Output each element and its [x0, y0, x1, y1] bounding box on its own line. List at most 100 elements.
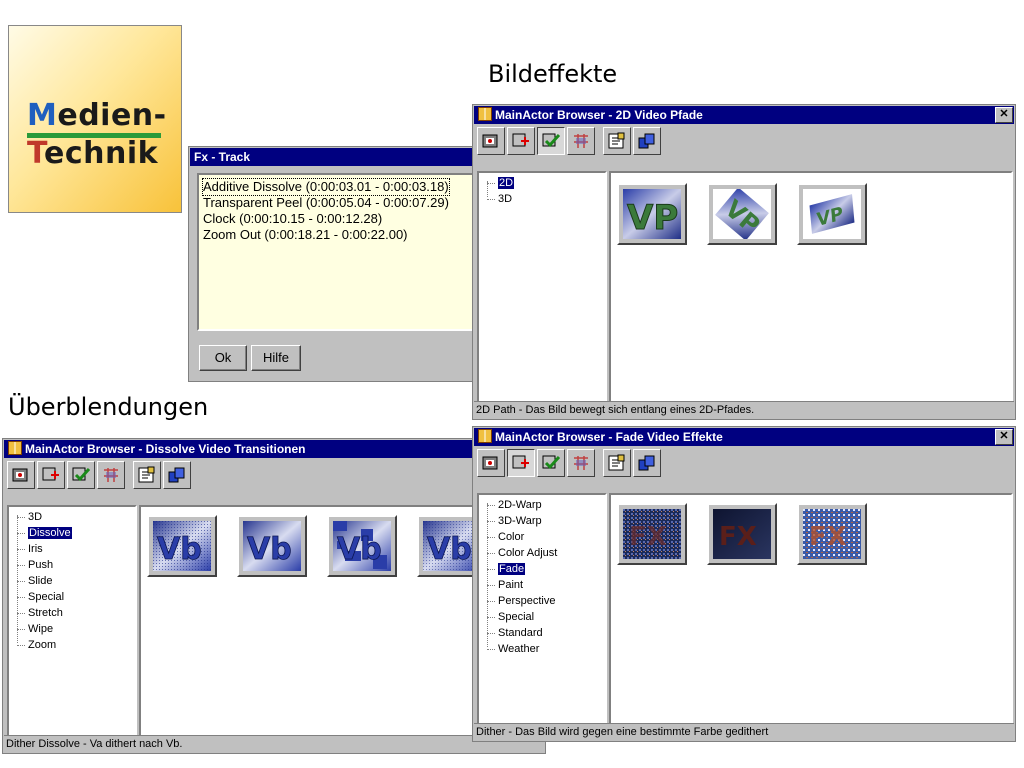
fx-track-item[interactable]: Additive Dissolve (0:00:03.01 - 0:00:03.… [202, 178, 450, 196]
help-button[interactable]: Hilfe [251, 345, 301, 371]
toolbar-button-text[interactable] [133, 461, 161, 489]
fx-track-item[interactable]: Clock (0:00:10.15 - 0:00:12.28) [203, 211, 382, 227]
window-title: MainActor Browser - 2D Video Pfade [495, 108, 703, 122]
tree-item-perspective[interactable]: Perspective [487, 593, 555, 609]
tree-item-color[interactable]: Color [487, 529, 524, 545]
window-title: MainActor Browser - Dissolve Video Trans… [25, 442, 306, 456]
tree-item-color-adjust[interactable]: Color Adjust [487, 545, 557, 561]
svg-text:Vb: Vb [157, 532, 202, 567]
heading-bildeffekte: Bildeffekte [488, 60, 618, 88]
toolbar-button-text[interactable] [603, 127, 631, 155]
app-icon [8, 441, 22, 455]
tree-item-3d[interactable]: 3D [487, 191, 512, 207]
toolbar-button-copy[interactable] [163, 461, 191, 489]
tree-item-3d-warp[interactable]: 3D-Warp [487, 513, 542, 529]
vp-thumbnail-image: VP [623, 189, 681, 239]
fx-track-item[interactable]: Transparent Peel (0:00:05.04 - 0:00:07.2… [203, 195, 449, 211]
effect-thumbnail[interactable]: VP [617, 183, 687, 245]
tree-item-2d-warp[interactable]: 2D-Warp [487, 497, 542, 513]
effect-thumbnail[interactable]: Vb [327, 515, 397, 577]
close-button[interactable]: ✕ [995, 429, 1013, 445]
window-title: MainActor Browser - Fade Video Effekte [495, 430, 723, 444]
vb-thumbnail-image: Vb [333, 521, 391, 571]
toolbar-button-video-check[interactable] [67, 461, 95, 489]
app-icon [478, 429, 492, 443]
logo-line-1: Medien- [27, 98, 167, 133]
heading-ueberblendungen: Überblendungen [8, 393, 209, 421]
tree-item-zoom[interactable]: Zoom [17, 637, 56, 653]
svg-text:VP: VP [627, 198, 678, 238]
effects-pane: FX FX FX [609, 493, 1013, 727]
toolbar-button-video-source[interactable] [477, 127, 505, 155]
svg-text:FX: FX [629, 522, 667, 552]
ok-button[interactable]: Ok [199, 345, 247, 371]
status-bar: 2D Path - Das Bild bewegt sich entlang e… [474, 401, 1014, 418]
tree-item-2d[interactable]: 2D [487, 175, 515, 191]
fx-thumbnail-image: FX [623, 509, 681, 559]
toolbar-button-video-add[interactable] [507, 127, 535, 155]
toolbar-button-text[interactable] [603, 449, 631, 477]
tree-item-stretch[interactable]: Stretch [17, 605, 63, 621]
svg-text:Vb: Vb [247, 532, 292, 567]
toolbar-button-video-check[interactable] [537, 127, 565, 155]
tree-item-special[interactable]: Special [487, 609, 534, 625]
tree-item-weather[interactable]: Weather [487, 641, 539, 657]
effect-thumbnail[interactable]: VP [707, 183, 777, 245]
vp-thumbnail-image: VP [803, 189, 861, 239]
browser-2d-window: MainActor Browser - 2D Video Pfade ✕ 2D … [472, 104, 1016, 420]
fx-track-item[interactable]: Zoom Out (0:00:18.21 - 0:00:22.00) [203, 227, 408, 243]
effect-thumbnail[interactable]: FX [617, 503, 687, 565]
toolbar-button-video-add[interactable] [37, 461, 65, 489]
fx-thumbnail-image: FX [803, 509, 861, 559]
tree-item-special[interactable]: Special [17, 589, 64, 605]
fx-thumbnail-image: FX [713, 509, 771, 559]
browser-titlebar: MainActor Browser - Fade Video Effekte [474, 428, 1014, 446]
vb-thumbnail-image: Vb [153, 521, 211, 571]
close-button[interactable]: ✕ [995, 107, 1013, 123]
toolbar-button-video-check[interactable] [537, 449, 565, 477]
svg-text:FX: FX [719, 522, 757, 552]
tree-item-3d[interactable]: 3D [17, 509, 42, 525]
category-tree[interactable]: 3D Dissolve Iris Push Slide Special Stretch Wip… [7, 505, 137, 739]
medien-technik-logo: Medien- Technik [8, 25, 182, 213]
effect-thumbnail[interactable]: VP [797, 183, 867, 245]
tree-item-paint[interactable]: Paint [487, 577, 523, 593]
category-tree[interactable]: 2D-Warp 3D-Warp Color Color Adjust Fade Paint… [477, 493, 607, 727]
vp-thumbnail-image: VP [713, 189, 771, 239]
toolbar-button-video-source[interactable] [7, 461, 35, 489]
effect-thumbnail[interactable]: FX [797, 503, 867, 565]
svg-text:FX: FX [809, 522, 847, 552]
browser-titlebar: MainActor Browser - Dissolve Video Trans… [4, 440, 544, 458]
tree-item-push[interactable]: Push [17, 557, 53, 573]
status-bar: Dither - Das Bild wird gegen eine bestim… [474, 723, 1014, 740]
effect-thumbnail[interactable]: Vb [237, 515, 307, 577]
effect-thumbnail[interactable]: FX [707, 503, 777, 565]
status-bar: Dither Dissolve - Va dithert nach Vb. [4, 735, 544, 752]
toolbar-button-video-add[interactable] [507, 449, 535, 477]
fx-track-titlebar: Fx - Track [190, 148, 486, 166]
svg-text:Vb: Vb [427, 532, 472, 567]
browser-fade-window: MainActor Browser - Fade Video Effekte ✕… [472, 426, 1016, 742]
toolbar-button-transition[interactable] [97, 461, 125, 489]
app-icon [478, 107, 492, 121]
tree-item-fade[interactable]: Fade [487, 561, 526, 577]
fx-track-window: Fx - Track Additive Dissolve (0:00:03.01… [188, 146, 488, 382]
effect-thumbnail[interactable]: Vb [147, 515, 217, 577]
tree-item-wipe[interactable]: Wipe [17, 621, 53, 637]
toolbar-button-copy[interactable] [633, 127, 661, 155]
toolbar-button-video-source[interactable] [477, 449, 505, 477]
toolbar-button-copy[interactable] [633, 449, 661, 477]
svg-text:Vb: Vb [337, 532, 382, 567]
tree-item-standard[interactable]: Standard [487, 625, 543, 641]
browser-dissolve-window: MainActor Browser - Dissolve Video Trans… [2, 438, 546, 754]
vb-thumbnail-image: Vb [243, 521, 301, 571]
category-tree[interactable]: 2D 3D [477, 171, 607, 405]
tree-item-iris[interactable]: Iris [17, 541, 43, 557]
tree-item-slide[interactable]: Slide [17, 573, 52, 589]
fx-track-list[interactable]: Additive Dissolve (0:00:03.01 - 0:00:03.… [197, 173, 477, 331]
tree-item-dissolve[interactable]: Dissolve [17, 525, 72, 541]
window-title: Fx - Track [194, 150, 251, 164]
toolbar-button-transition[interactable] [567, 127, 595, 155]
toolbar-button-transition[interactable] [567, 449, 595, 477]
effects-pane: VP VP VP [609, 171, 1013, 405]
